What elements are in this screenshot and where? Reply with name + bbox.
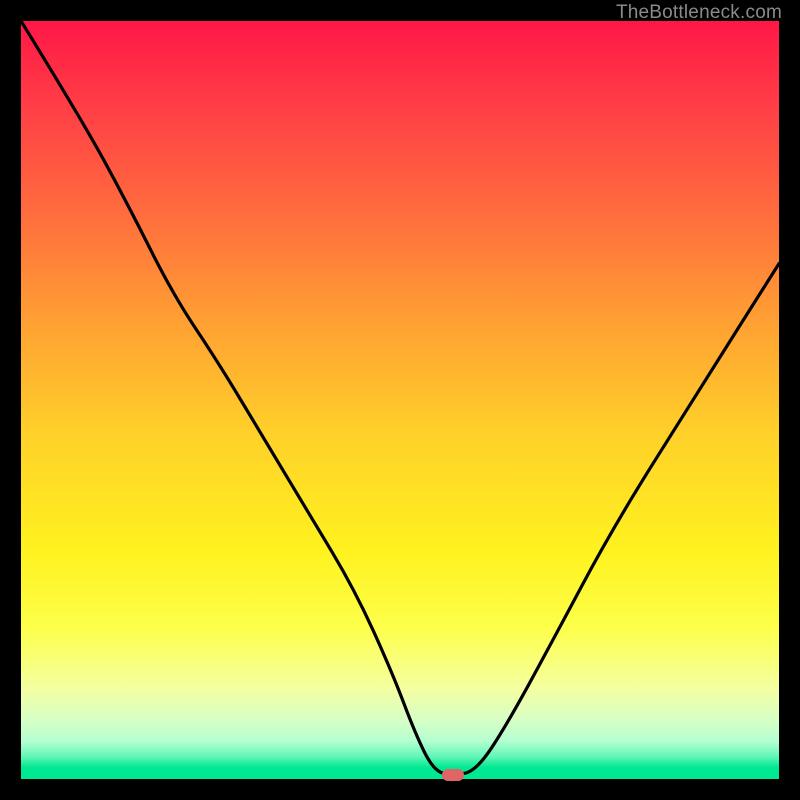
- chart-frame: TheBottleneck.com: [0, 0, 800, 800]
- bottleneck-curve: [21, 21, 779, 779]
- optimal-point-marker: [442, 769, 464, 781]
- watermark-text: TheBottleneck.com: [616, 2, 782, 24]
